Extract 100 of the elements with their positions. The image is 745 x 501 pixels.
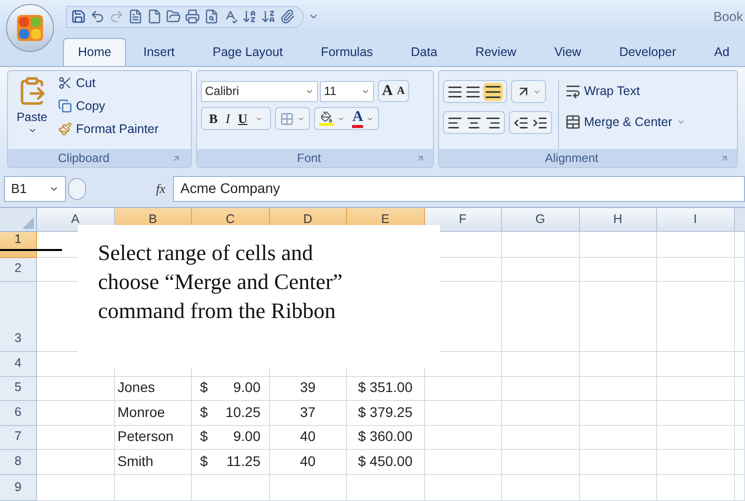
grid-cell[interactable] <box>502 401 580 426</box>
grid-cell[interactable] <box>502 352 580 377</box>
row-header[interactable]: 4 <box>0 352 37 377</box>
column-header[interactable]: G <box>502 208 580 232</box>
ribbon-tab[interactable]: Review <box>461 38 530 66</box>
grid-cell[interactable]: $ 11.25 <box>192 450 270 475</box>
grid-cell[interactable] <box>734 426 745 450</box>
grid-cell[interactable]: $ 360.00 <box>347 426 424 450</box>
save-icon[interactable] <box>71 9 86 24</box>
name-box[interactable]: B1 <box>4 176 66 202</box>
document-icon[interactable] <box>128 9 143 24</box>
grid-cell[interactable] <box>734 282 745 352</box>
ribbon-tab[interactable]: Home <box>63 38 126 66</box>
grid-cell[interactable] <box>192 475 270 501</box>
grid-cell[interactable] <box>424 475 502 501</box>
grid-cell[interactable] <box>734 401 745 426</box>
grid-cell[interactable] <box>734 475 745 501</box>
row-header[interactable]: 3 <box>0 282 37 352</box>
function-label[interactable]: fx <box>156 178 166 198</box>
grid-cell[interactable] <box>347 475 424 501</box>
grid-cell[interactable] <box>657 258 734 282</box>
row-header[interactable]: 8 <box>0 450 37 475</box>
paste-button[interactable]: Paste <box>12 74 52 149</box>
grow-font-button[interactable]: A <box>382 80 393 102</box>
underline-button[interactable]: U <box>238 108 248 128</box>
grid-cell[interactable]: 37 <box>270 401 347 426</box>
column-header[interactable]: H <box>580 208 657 232</box>
align-top-icon[interactable] <box>447 84 463 100</box>
undo-icon[interactable] <box>90 9 105 24</box>
grid-cell[interactable]: $ 379.25 <box>347 401 424 426</box>
grid-cell[interactable]: 40 <box>270 426 347 450</box>
grid-cell[interactable] <box>734 232 745 258</box>
row-header[interactable]: 7 <box>0 426 37 450</box>
row-header[interactable]: 1 <box>0 232 37 258</box>
row-header[interactable]: 2 <box>0 258 37 282</box>
grid-cell[interactable] <box>657 282 734 352</box>
copy-button[interactable]: Copy <box>58 96 159 116</box>
cut-button[interactable]: Cut <box>58 74 159 93</box>
select-all-button[interactable] <box>0 208 37 232</box>
grid-cell[interactable]: $ 10.25 <box>192 401 270 426</box>
grid-cell[interactable]: 40 <box>270 450 347 475</box>
grid-cell[interactable] <box>37 450 114 475</box>
grid-cell[interactable] <box>502 377 580 401</box>
paperclip-icon[interactable] <box>280 9 295 24</box>
font-size-field[interactable]: 11 <box>320 80 374 102</box>
column-header[interactable]: I <box>657 208 734 232</box>
grid-cell[interactable] <box>37 475 114 501</box>
grid-cell[interactable] <box>37 377 114 401</box>
ribbon-tab[interactable]: Page Layout <box>198 38 297 66</box>
printer-icon[interactable] <box>185 9 200 24</box>
grid-cell[interactable] <box>37 401 114 426</box>
resize-handle[interactable] <box>68 178 86 200</box>
ribbon-tab[interactable]: Data <box>396 38 452 66</box>
grid-cell[interactable] <box>580 450 657 475</box>
grid-cell[interactable] <box>734 377 745 401</box>
italic-button[interactable]: I <box>226 108 230 128</box>
grid-cell[interactable]: Peterson <box>114 426 192 450</box>
increase-indent-icon[interactable] <box>532 114 548 130</box>
formula-field[interactable]: Acme Company <box>173 176 745 202</box>
font-name-field[interactable]: Calibri <box>201 80 318 102</box>
ribbon-tab[interactable]: Developer <box>605 38 690 66</box>
ribbon-tab[interactable]: Insert <box>129 38 189 66</box>
grid-cell[interactable] <box>657 377 734 401</box>
grid-cell[interactable] <box>657 426 734 450</box>
sort-descending-icon[interactable] <box>261 9 276 24</box>
grid-cell[interactable] <box>424 426 502 450</box>
grid-cell[interactable] <box>734 450 745 475</box>
grid-cell[interactable] <box>734 258 745 282</box>
grid-cell[interactable] <box>424 401 502 426</box>
row-header[interactable]: 6 <box>0 401 37 426</box>
borders-icon[interactable] <box>280 112 294 126</box>
grid-cell[interactable] <box>580 401 657 426</box>
grid-cell[interactable] <box>580 377 657 401</box>
align-left-icon[interactable] <box>447 114 463 130</box>
grid-cell[interactable] <box>502 475 580 501</box>
grid-cell[interactable]: 39 <box>270 377 347 401</box>
align-middle-icon[interactable] <box>465 84 481 100</box>
grid-cell[interactable] <box>580 475 657 501</box>
dialog-launcher-icon[interactable] <box>416 154 425 162</box>
preview-icon[interactable] <box>204 9 219 24</box>
grid-cell[interactable]: $ 450.00 <box>347 450 424 475</box>
grid-cell[interactable] <box>270 475 347 501</box>
new-file-icon[interactable] <box>147 9 162 24</box>
grid-cell[interactable] <box>502 258 580 282</box>
grid-cell[interactable] <box>657 450 734 475</box>
folder-icon[interactable] <box>166 9 181 24</box>
grid-cell[interactable] <box>734 352 745 377</box>
grid-cell[interactable] <box>657 352 734 377</box>
bold-button[interactable]: B <box>209 108 218 128</box>
grid-cell[interactable] <box>580 232 657 258</box>
font-color-button[interactable]: A <box>352 110 364 128</box>
row-header[interactable]: 9 <box>0 475 37 501</box>
grid-cell[interactable] <box>580 352 657 377</box>
grid-cell[interactable] <box>502 426 580 450</box>
grid-cell[interactable] <box>37 426 114 450</box>
merge-center-button[interactable]: Merge & Center <box>565 112 686 132</box>
grid-cell[interactable] <box>657 401 734 426</box>
row-header[interactable]: 5 <box>0 377 37 401</box>
align-right-icon[interactable] <box>485 114 501 130</box>
grid-cell[interactable]: $ 351.00 <box>347 377 424 401</box>
